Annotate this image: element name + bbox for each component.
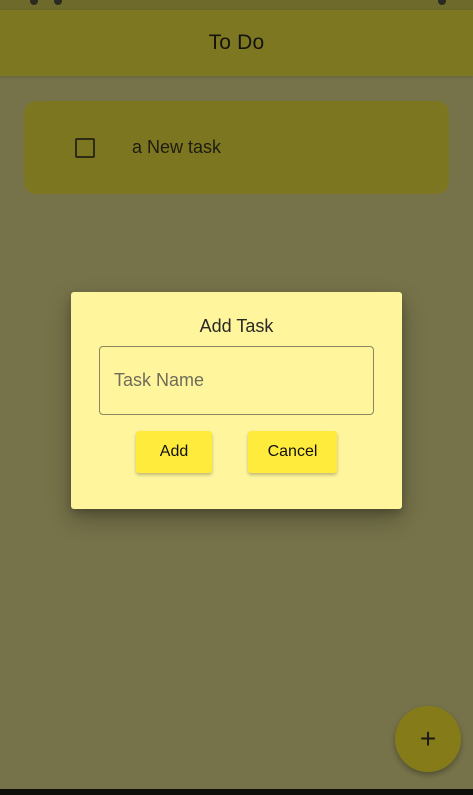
status-icon: [54, 0, 62, 5]
plus-icon: +: [419, 723, 437, 754]
status-bar: [0, 0, 473, 10]
task-card: a New task: [24, 101, 449, 194]
dialog-title: Add Task: [199, 316, 274, 336]
app-screen: To Do a New task Add Task Add Cancel +: [0, 0, 473, 795]
task-name-input[interactable]: [99, 346, 374, 415]
add-button[interactable]: Add: [136, 431, 212, 473]
status-icon: [30, 0, 38, 5]
page-title: To Do: [208, 31, 265, 54]
navigation-bar: [0, 789, 473, 795]
task-checkbox[interactable]: [75, 138, 95, 158]
add-task-dialog: Add Task Add Cancel: [71, 292, 402, 509]
app-bar: To Do: [0, 10, 473, 76]
add-task-fab[interactable]: +: [395, 706, 461, 772]
task-label: a New task: [132, 137, 222, 157]
cancel-button[interactable]: Cancel: [248, 431, 337, 473]
status-icon: [438, 0, 446, 5]
